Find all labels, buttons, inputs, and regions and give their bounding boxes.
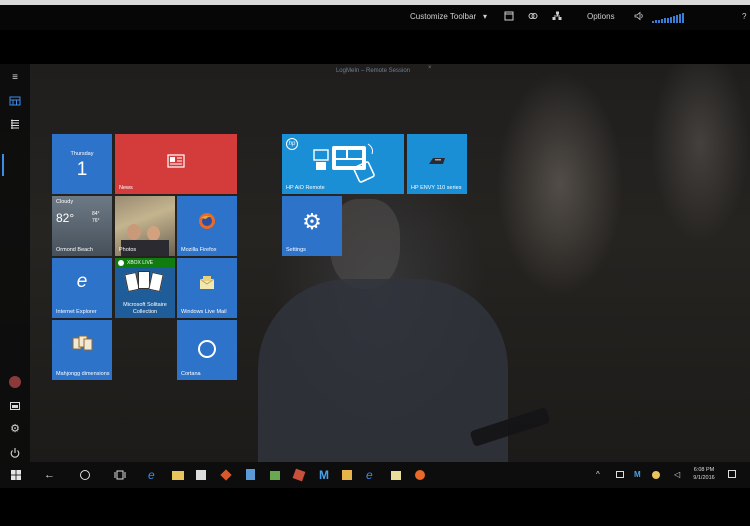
tile-label: Mozilla Firefox: [181, 246, 217, 253]
screen: Customize Toolbar ▾ Options ? LogMeIn – …: [0, 0, 750, 526]
tile-label: Windows Live Mail: [181, 308, 227, 315]
cortana-icon: [198, 340, 216, 358]
mahjongg-tile[interactable]: Mahjongg dimensions: [52, 320, 112, 380]
image-viewer-icon[interactable]: [270, 471, 280, 480]
tile-label: HP ENVY 110 series: [411, 184, 462, 191]
window-icon[interactable]: [504, 11, 514, 21]
clock-time: 6:08 PM: [693, 467, 715, 473]
tile-label: News: [119, 184, 133, 191]
hp-logo-icon: hp: [286, 138, 298, 150]
user-avatar[interactable]: [9, 376, 21, 388]
hamburger-menu-icon[interactable]: ≡: [9, 72, 21, 84]
file-explorer-folder-icon[interactable]: [172, 471, 184, 480]
active-indicator: [2, 154, 4, 176]
weather-temperature: 82°: [56, 211, 75, 225]
all-apps-list-icon[interactable]: [9, 118, 21, 130]
malwarebytes-icon[interactable]: M: [319, 469, 331, 481]
taskbar-clock[interactable]: 6:08 PM 9/1/2016: [686, 466, 722, 482]
tile-label: Internet Explorer: [56, 308, 97, 315]
mail-taskbar-icon[interactable]: [391, 471, 401, 480]
action-center-icon[interactable]: [728, 470, 736, 478]
cortana-search-icon[interactable]: [80, 470, 90, 480]
options-button[interactable]: Options: [587, 12, 615, 22]
firefox-tile[interactable]: Mozilla Firefox: [177, 196, 237, 256]
mahjongg-icon: [72, 335, 93, 351]
firefox-icon: [199, 213, 215, 229]
speaker-icon[interactable]: [634, 11, 644, 21]
tile-label: Cortana: [181, 370, 201, 377]
volume-tray-icon[interactable]: ◁: [674, 469, 686, 481]
edge-icon[interactable]: e: [148, 469, 160, 481]
tile-label: HP AiO Remote: [286, 184, 325, 191]
help-button[interactable]: ?: [742, 12, 746, 22]
hp-envy-printer-tile[interactable]: HP ENVY 110 series: [407, 134, 467, 194]
task-view-icon[interactable]: [114, 469, 126, 481]
viewer-bottom-strip: [0, 488, 750, 526]
show-hidden-icons-chevron-icon[interactable]: ^: [596, 469, 608, 481]
remote-desktop[interactable]: [0, 64, 750, 484]
hp-aio-remote-tile[interactable]: hp HP AiO Remote: [282, 134, 404, 194]
tile-label: Mahjongg dimensions: [56, 370, 110, 377]
malwarebytes-tray-icon[interactable]: M: [634, 469, 646, 481]
start-menu-rail: ≡ ⚙: [0, 64, 30, 462]
weather-tile[interactable]: Cloudy 82° 84° 76° Ormond Beach: [52, 196, 112, 256]
tablet-mode-icon[interactable]: [616, 471, 624, 478]
weather-low: 76°: [92, 218, 100, 224]
store-bag-icon[interactable]: [196, 470, 206, 480]
calendar-tile[interactable]: Thursday 1: [52, 134, 112, 194]
settings-gear-icon: ⚙: [302, 209, 322, 234]
xbox-icon: [118, 260, 124, 266]
weather-high: 84°: [92, 211, 100, 217]
file-explorer-icon[interactable]: [9, 400, 21, 412]
notes-app-icon[interactable]: [342, 470, 352, 480]
xbox-live-badge: XBOX LIVE: [115, 258, 175, 268]
photo-person-1: [127, 224, 141, 240]
photos-tile[interactable]: Photos: [115, 196, 175, 256]
power-icon[interactable]: [9, 447, 21, 459]
playing-card-icon: [148, 271, 164, 293]
printer-icon: [429, 158, 445, 164]
firefox-taskbar-icon[interactable]: [415, 470, 425, 480]
windows-live-mail-tile[interactable]: Windows Live Mail: [177, 258, 237, 318]
session-close-icon[interactable]: ×: [428, 65, 432, 71]
settings-tile[interactable]: ⚙ Settings: [282, 196, 342, 256]
chevron-down-icon[interactable]: ▾: [483, 12, 487, 22]
network-icon[interactable]: [552, 11, 562, 21]
mail-icon: [199, 276, 215, 289]
switch-monitor-icon[interactable]: [528, 11, 538, 21]
weather-condition: Cloudy: [56, 199, 74, 205]
tile-label: Microsoft Solitaire Collection: [123, 302, 167, 315]
paint-app-icon[interactable]: [292, 468, 306, 482]
background-figure-body: [258, 279, 508, 479]
tray-app-icon[interactable]: [652, 471, 660, 479]
cortana-tile[interactable]: Cortana: [177, 320, 237, 380]
document-app-icon[interactable]: [246, 469, 255, 480]
logmein-toolbar: Customize Toolbar ▾ Options ?: [0, 0, 750, 30]
tiles-view-icon[interactable]: [9, 95, 21, 107]
volume-slider[interactable]: [652, 13, 686, 23]
windows-start-icon[interactable]: [10, 469, 22, 481]
news-tile[interactable]: News: [115, 134, 237, 194]
internet-explorer-icon: e: [76, 271, 88, 292]
session-title: LogMeIn – Remote Session: [335, 68, 411, 74]
calendar-day-name: Thursday: [70, 151, 94, 157]
settings-gear-icon[interactable]: ⚙: [9, 423, 21, 435]
taskbar: ← e M e ^ M ◁ 6:08 PM 9/1/2016: [0, 462, 750, 488]
customize-toolbar-button[interactable]: Customize Toolbar: [410, 12, 476, 22]
internet-explorer-taskbar-icon[interactable]: e: [366, 469, 378, 481]
tile-label: Settings: [286, 246, 306, 253]
weather-location: Ormond Beach: [56, 246, 93, 253]
calendar-day-number: 1: [76, 159, 88, 180]
clock-date: 9/1/2016: [693, 475, 715, 481]
solitaire-tile[interactable]: XBOX LIVE Microsoft Solitaire Collection: [115, 258, 175, 318]
photo-person-2: [147, 226, 160, 241]
hp-remote-devices-icon: [313, 143, 375, 183]
news-icon: [167, 154, 185, 168]
tile-label: Photos: [119, 246, 137, 253]
internet-explorer-tile[interactable]: e Internet Explorer: [52, 258, 112, 318]
app-shortcut-icon[interactable]: [220, 469, 232, 481]
back-arrow-icon[interactable]: ←: [44, 469, 56, 481]
